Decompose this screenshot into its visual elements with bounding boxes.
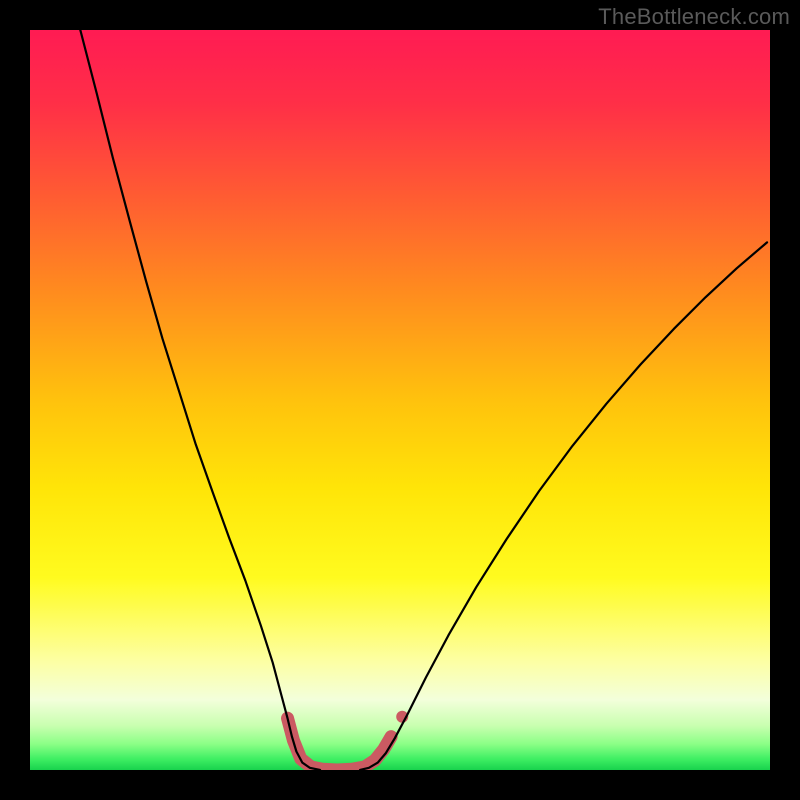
plot-area: [30, 30, 770, 770]
stage: TheBottleneck.com: [0, 0, 800, 800]
watermark-text: TheBottleneck.com: [598, 4, 790, 30]
right-branch-path: [360, 242, 767, 770]
curve-layer: [30, 30, 770, 770]
left-branch-path: [80, 30, 320, 770]
